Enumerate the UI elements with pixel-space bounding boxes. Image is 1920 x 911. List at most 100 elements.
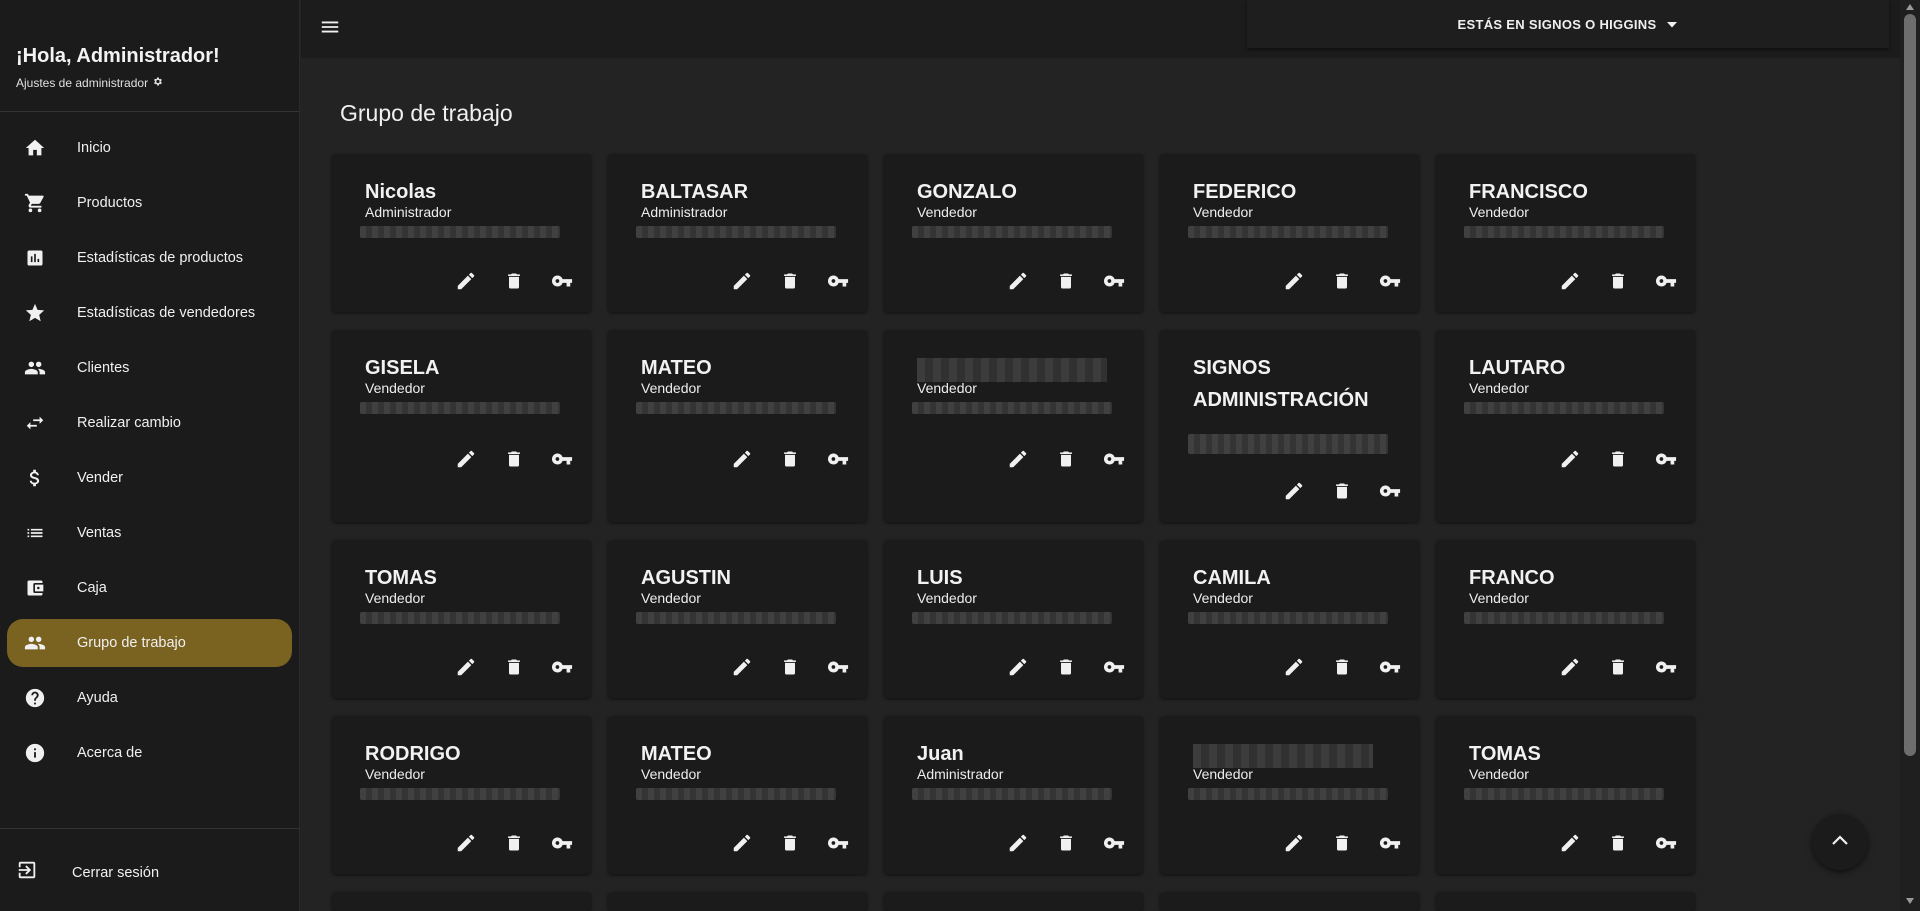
location-selector[interactable]: ESTÁS EN SIGNOS O HIGGINS (1247, 0, 1889, 48)
key-button[interactable] (1375, 268, 1405, 298)
key-icon (1378, 832, 1402, 859)
key-button[interactable] (823, 830, 853, 860)
delete-button[interactable] (499, 446, 529, 476)
swap-icon (23, 411, 47, 435)
key-button[interactable] (823, 446, 853, 476)
delete-button[interactable] (1051, 268, 1081, 298)
edit-button[interactable] (1003, 654, 1033, 684)
sidebar-item-label: Grupo de trabajo (77, 635, 186, 651)
sidebar-item-productos[interactable]: Productos (7, 179, 292, 227)
edit-button[interactable] (451, 654, 481, 684)
edit-button[interactable] (1555, 830, 1585, 860)
sidebar-item-caja[interactable]: Caja (7, 564, 292, 612)
scroll-up-arrow-icon[interactable] (1906, 4, 1914, 10)
scroll-down-arrow-icon[interactable] (1906, 898, 1914, 904)
trash-icon (780, 270, 800, 297)
member-card: Nicolas Administrador (332, 154, 591, 312)
sidebar-item-realizar-cambio[interactable]: Realizar cambio (7, 399, 292, 447)
edit-button[interactable] (1555, 268, 1585, 298)
delete-button[interactable] (775, 654, 805, 684)
member-card (608, 892, 867, 911)
delete-button[interactable] (1603, 446, 1633, 476)
delete-button[interactable] (499, 268, 529, 298)
key-button[interactable] (1099, 268, 1129, 298)
key-button[interactable] (1099, 654, 1129, 684)
edit-button[interactable] (727, 654, 757, 684)
key-button[interactable] (547, 654, 577, 684)
delete-button[interactable] (1051, 446, 1081, 476)
menu-button[interactable] (317, 16, 343, 42)
trash-icon (1332, 480, 1352, 507)
edit-button[interactable] (451, 830, 481, 860)
edit-button[interactable] (451, 446, 481, 476)
delete-button[interactable] (1603, 654, 1633, 684)
key-button[interactable] (1099, 446, 1129, 476)
edit-button[interactable] (1555, 446, 1585, 476)
sidebar-item-acerca-de[interactable]: Acerca de (7, 729, 292, 777)
sidebar-item-label: Productos (77, 195, 143, 211)
card-actions (451, 654, 577, 684)
sidebar: ¡Hola, Administrador! Ajustes de adminis… (0, 0, 300, 911)
help-icon (23, 686, 47, 710)
edit-button[interactable] (1003, 268, 1033, 298)
edit-button[interactable] (451, 268, 481, 298)
sidebar-item-clientes[interactable]: Clientes (7, 344, 292, 392)
delete-button[interactable] (1327, 830, 1357, 860)
sidebar-item-ventas[interactable]: Ventas (7, 509, 292, 557)
member-card: Juan Administrador (884, 716, 1143, 874)
admin-settings-link[interactable]: Ajustes de administrador (16, 76, 299, 90)
key-button[interactable] (1375, 654, 1405, 684)
key-button[interactable] (1651, 268, 1681, 298)
sidebar-item-estadisticas-vendedores[interactable]: Estadísticas de vendedores (7, 289, 292, 337)
member-role: Vendedor (641, 380, 701, 396)
edit-button[interactable] (727, 830, 757, 860)
delete-button[interactable] (775, 446, 805, 476)
edit-button[interactable] (1555, 654, 1585, 684)
key-button[interactable] (1651, 654, 1681, 684)
trash-icon (1332, 270, 1352, 297)
delete-button[interactable] (1327, 478, 1357, 508)
delete-button[interactable] (1327, 268, 1357, 298)
edit-button[interactable] (1003, 830, 1033, 860)
delete-button[interactable] (1051, 654, 1081, 684)
key-button[interactable] (1375, 478, 1405, 508)
scroll-to-top-button[interactable] (1812, 814, 1868, 870)
key-button[interactable] (1099, 830, 1129, 860)
edit-button[interactable] (727, 446, 757, 476)
member-email-redacted (912, 612, 1112, 624)
sidebar-item-label: Estadísticas de vendedores (77, 305, 256, 321)
member-card: SIGNOS ADMINISTRACIÓN (1160, 330, 1419, 522)
scrollbar-thumb[interactable] (1904, 14, 1916, 756)
edit-button[interactable] (1003, 446, 1033, 476)
member-role: Vendedor (1193, 766, 1253, 782)
key-button[interactable] (1375, 830, 1405, 860)
logout-label: Cerrar sesión (72, 864, 160, 881)
delete-button[interactable] (775, 268, 805, 298)
delete-button[interactable] (1603, 268, 1633, 298)
edit-button[interactable] (727, 268, 757, 298)
delete-button[interactable] (499, 830, 529, 860)
key-button[interactable] (547, 446, 577, 476)
sidebar-item-ayuda[interactable]: Ayuda (7, 674, 292, 722)
delete-button[interactable] (775, 830, 805, 860)
key-button[interactable] (823, 654, 853, 684)
edit-button[interactable] (1279, 654, 1309, 684)
member-role: Administrador (365, 204, 452, 220)
delete-button[interactable] (1327, 654, 1357, 684)
sidebar-item-vender[interactable]: Vender (7, 454, 292, 502)
key-button[interactable] (547, 268, 577, 298)
delete-button[interactable] (1051, 830, 1081, 860)
sidebar-item-inicio[interactable]: Inicio (7, 124, 292, 172)
key-button[interactable] (823, 268, 853, 298)
edit-button[interactable] (1279, 268, 1309, 298)
edit-button[interactable] (1279, 478, 1309, 508)
logout-button[interactable]: Cerrar sesión (16, 859, 159, 886)
delete-button[interactable] (499, 654, 529, 684)
sidebar-item-estadisticas-productos[interactable]: Estadísticas de productos (7, 234, 292, 282)
key-button[interactable] (1651, 446, 1681, 476)
sidebar-item-grupo-de-trabajo[interactable]: Grupo de trabajo (7, 619, 292, 667)
edit-button[interactable] (1279, 830, 1309, 860)
key-button[interactable] (547, 830, 577, 860)
key-button[interactable] (1651, 830, 1681, 860)
delete-button[interactable] (1603, 830, 1633, 860)
